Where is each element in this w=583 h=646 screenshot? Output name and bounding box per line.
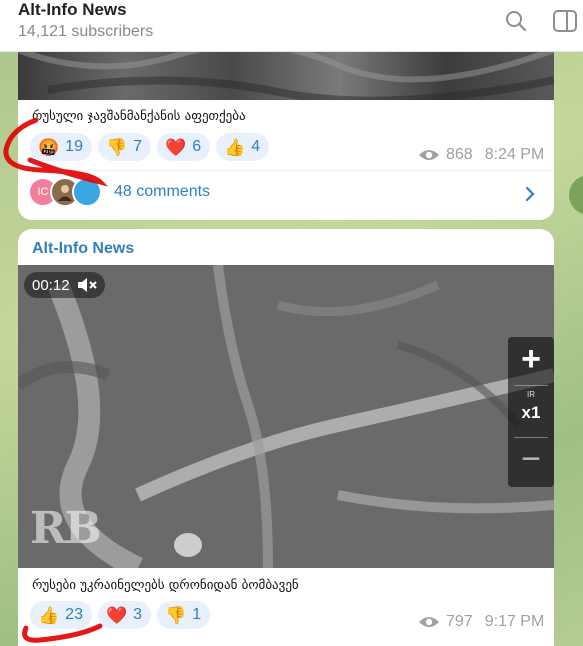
reaction-thumbs-down[interactable]: 👎 1 <box>157 601 211 629</box>
reaction-angry[interactable]: 🤬 19 <box>30 133 92 161</box>
thumbs-down-icon: 👎 <box>165 605 187 625</box>
thumbs-down-icon: 👎 <box>105 137 128 157</box>
reaction-count: 6 <box>192 138 202 155</box>
message-post-1: რუსული ჯავშანმანქანის აფეთქება 🤬 19 👎 7 … <box>18 30 554 220</box>
comments-row[interactable]: IC 48 comments <box>28 177 210 207</box>
thumbs-up-icon: 👍 <box>224 137 246 157</box>
zoom-plus-mark: + <box>521 340 541 378</box>
ir-mode-label: IR <box>527 390 535 399</box>
avatar <box>72 177 102 207</box>
zoom-level-label: x1 <box>521 403 541 422</box>
video-duration-pill: 00:12 <box>24 272 105 298</box>
divider <box>514 437 548 438</box>
heart-icon: ❤️ <box>165 137 187 157</box>
view-count: 868 <box>446 146 473 163</box>
view-count: 797 <box>446 613 473 630</box>
post-2-caption: რუსები უკრაინელებს დრონიდან ბომბავენ <box>32 578 299 593</box>
reaction-thumbs-down[interactable]: 👎 7 <box>97 133 152 161</box>
reaction-count: 23 <box>65 606 83 623</box>
chevron-right-icon[interactable] <box>524 186 536 202</box>
angry-face-icon: 🤬 <box>38 137 60 157</box>
post-2-reactions: 👍 23 ❤️ 3 👎 1 <box>30 601 211 629</box>
chat-header: Alt-Info News 14,121 subscribers <box>0 0 583 52</box>
comments-label: 48 comments <box>114 183 211 200</box>
reaction-heart[interactable]: ❤️ 6 <box>157 133 211 161</box>
divider <box>18 170 554 171</box>
zoom-minus-mark: − <box>521 440 541 478</box>
post-1-reactions: 🤬 19 👎 7 ❤️ 6 👍 4 <box>30 133 270 161</box>
reaction-count: 7 <box>133 138 143 155</box>
post-time: 9:17 PM <box>484 613 545 630</box>
post-2-channel-name[interactable]: Alt-Info News <box>32 240 134 258</box>
video-player[interactable]: 00:12 + IR x1 − RB <box>18 265 554 568</box>
reaction-thumbs-up[interactable]: 👍 23 <box>30 601 92 629</box>
reaction-heart[interactable]: ❤️ 3 <box>97 601 152 629</box>
post-2-meta: 797 9:17 PM <box>418 613 544 631</box>
post-1-caption: რუსული ჯავშანმანქანის აფეთქება <box>32 109 246 124</box>
eye-icon <box>419 617 439 627</box>
reaction-count: 1 <box>192 606 202 623</box>
side-panel-icon[interactable] <box>552 9 578 33</box>
search-icon[interactable] <box>504 9 528 33</box>
video-zoom-overlay: + IR x1 − <box>508 337 554 487</box>
reaction-count: 4 <box>251 138 261 155</box>
post-1-meta: 868 8:24 PM <box>418 146 544 164</box>
muted-speaker-icon[interactable] <box>77 277 97 293</box>
reaction-count: 3 <box>133 606 143 623</box>
scroll-down-button[interactable] <box>569 175 583 215</box>
thumbs-up-icon: 👍 <box>38 605 60 625</box>
watermark-logo: RB <box>30 503 102 554</box>
channel-title[interactable]: Alt-Info News <box>18 0 127 20</box>
reaction-thumbs-up[interactable]: 👍 4 <box>216 133 270 161</box>
video-duration: 00:12 <box>32 276 70 294</box>
avatar-initials: IC <box>37 186 49 198</box>
message-post-2: Alt-Info News 00:12 + IR x1 − RB რუსები … <box>18 229 554 646</box>
reaction-count: 19 <box>65 138 83 155</box>
heart-icon: ❤️ <box>105 605 128 625</box>
subscriber-count: 14,121 subscribers <box>18 23 154 40</box>
divider <box>514 385 548 386</box>
eye-icon <box>419 150 439 160</box>
post-time: 8:24 PM <box>484 146 545 163</box>
